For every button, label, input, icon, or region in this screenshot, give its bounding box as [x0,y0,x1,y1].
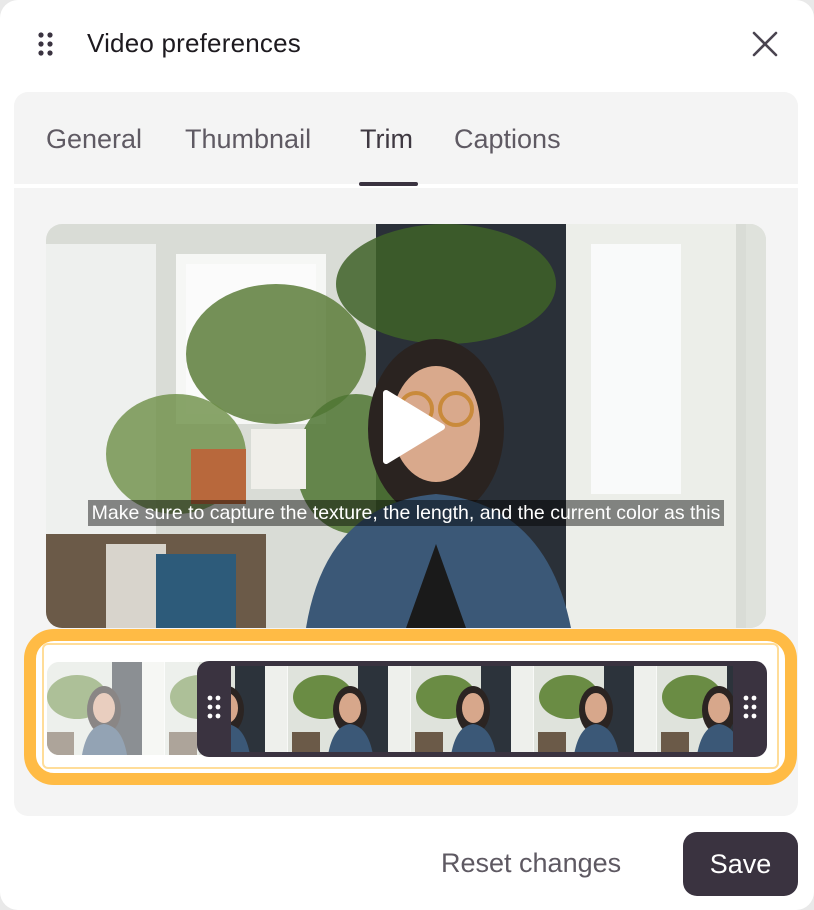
caption-text: Make sure to capture the texture, the le… [87,500,725,526]
trim-start-handle[interactable] [197,661,231,757]
filmstrip-frame [288,662,411,755]
tab-trim[interactable]: Trim [360,124,413,155]
trim-frame-bottom [231,752,733,757]
drag-handle-icon[interactable] [37,31,55,57]
close-icon[interactable] [748,27,782,61]
tab-bar: General Thumbnail Trim Captions [14,92,798,188]
trimmed-region [47,662,199,755]
tab-thumbnail[interactable]: Thumbnail [185,124,311,155]
play-icon[interactable] [378,387,448,467]
filmstrip-frame [534,662,657,755]
grip-dots-icon [207,695,221,719]
dialog-header: Video preferences [0,0,814,90]
grip-dots-icon [743,695,757,719]
active-tab-indicator [359,182,418,186]
reset-changes-button[interactable]: Reset changes [441,848,621,879]
video-player[interactable]: Make sure to capture the texture, the le… [46,224,766,628]
trim-frame-top [231,661,733,666]
dialog-title: Video preferences [87,28,301,58]
video-caption: Make sure to capture the texture, the le… [46,500,766,526]
filmstrip-frame [411,662,534,755]
tab-captions[interactable]: Captions [454,124,561,155]
save-button[interactable]: Save [683,832,798,896]
tab-general[interactable]: General [46,124,142,155]
video-preferences-dialog: Video preferences General Thumbnail Trim… [0,0,814,910]
trim-end-handle[interactable] [733,661,767,757]
